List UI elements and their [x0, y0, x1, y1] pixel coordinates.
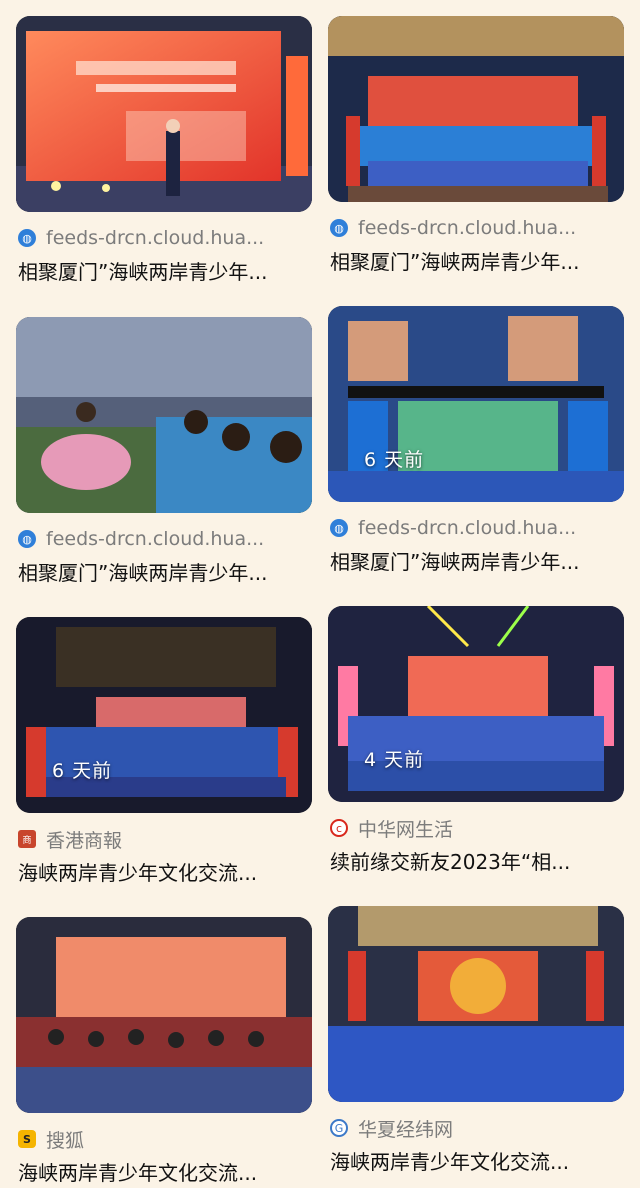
kids-photo-image — [16, 317, 312, 513]
stage-photo-image — [328, 16, 624, 202]
card-source-label: feeds-drcn.cloud.hua... — [46, 528, 265, 550]
card-thumbnail[interactable] — [16, 317, 312, 513]
card-thumbnail[interactable] — [16, 917, 312, 1113]
huaxia-logo-icon: G — [330, 1119, 348, 1137]
card-title[interactable]: 续前缘交新友2023年“相... — [328, 846, 624, 875]
news-card-8[interactable]: G 华夏经纬网 海峡两岸青少年文化交流... — [328, 906, 624, 1175]
sohu-logo-icon: S — [18, 1130, 36, 1148]
card-title[interactable]: 海峡两岸青少年文化交流... — [328, 1146, 624, 1175]
stage-photo-image — [328, 606, 624, 802]
news-card-6[interactable]: 4 天前 c 中华网生活 续前缘交新友2023年“相... — [328, 606, 624, 875]
card-source: 商 香港商報 — [16, 823, 312, 855]
stage-photo-image — [16, 917, 312, 1113]
news-card-1[interactable]: ◍ feeds-drcn.cloud.hua... 相聚厦门”海峡两岸青少年..… — [16, 16, 312, 285]
card-title[interactable]: 相聚厦门”海峡两岸青少年... — [328, 246, 624, 275]
card-age-label: 4 天前 — [364, 749, 425, 771]
card-source: c 中华网生活 — [328, 812, 624, 844]
globe-icon: ◍ — [330, 519, 348, 537]
card-source: ◍ feeds-drcn.cloud.hua... — [328, 512, 624, 544]
card-thumbnail[interactable]: 4 天前 — [328, 606, 624, 802]
card-source-label: feeds-drcn.cloud.hua... — [358, 217, 577, 239]
news-card-7[interactable]: S 搜狐 海峡两岸青少年文化交流... — [16, 917, 312, 1186]
stage-photo-image — [16, 617, 312, 813]
news-card-3[interactable]: ◍ feeds-drcn.cloud.hua... 相聚厦门”海峡两岸青少年..… — [16, 317, 312, 586]
globe-icon: ◍ — [18, 229, 36, 247]
card-age-label: 6 天前 — [364, 449, 425, 471]
card-title[interactable]: 相聚厦门”海峡两岸青少年... — [16, 557, 312, 586]
china-com-logo-icon: c — [330, 819, 348, 837]
card-thumbnail[interactable] — [328, 16, 624, 202]
stage-photo-image — [328, 906, 624, 1102]
card-source-label: feeds-drcn.cloud.hua... — [46, 227, 265, 249]
card-title[interactable]: 海峡两岸青少年文化交流... — [16, 857, 312, 886]
card-source: ◍ feeds-drcn.cloud.hua... — [16, 222, 312, 254]
card-thumbnail[interactable]: 6 天前 — [328, 306, 624, 502]
news-card-4[interactable]: 6 天前 ◍ feeds-drcn.cloud.hua... 相聚厦门”海峡两岸… — [328, 306, 624, 575]
card-source-label: 搜狐 — [46, 1129, 85, 1152]
card-thumbnail[interactable] — [16, 16, 312, 212]
stage-photo-image — [328, 306, 624, 502]
card-title[interactable]: 相聚厦门”海峡两岸青少年... — [328, 546, 624, 575]
card-source-label: 中华网生活 — [358, 818, 454, 841]
stage-photo-image — [16, 16, 312, 212]
news-card-5[interactable]: 6 天前 商 香港商報 海峡两岸青少年文化交流... — [16, 617, 312, 886]
card-source-label: 华夏经纬网 — [358, 1118, 454, 1141]
globe-icon: ◍ — [330, 219, 348, 237]
card-title[interactable]: 海峡两岸青少年文化交流... — [16, 1157, 312, 1186]
globe-icon: ◍ — [18, 530, 36, 548]
card-thumbnail[interactable] — [328, 906, 624, 1102]
hk-commercial-daily-logo-icon: 商 — [18, 830, 36, 848]
card-source: ◍ feeds-drcn.cloud.hua... — [16, 523, 312, 555]
card-age-label: 6 天前 — [52, 760, 113, 782]
card-source: G 华夏经纬网 — [328, 1112, 624, 1144]
card-source-label: 香港商報 — [46, 829, 123, 852]
card-source: S 搜狐 — [16, 1123, 312, 1155]
card-thumbnail[interactable]: 6 天前 — [16, 617, 312, 813]
card-source: ◍ feeds-drcn.cloud.hua... — [328, 212, 624, 244]
news-card-2[interactable]: ◍ feeds-drcn.cloud.hua... 相聚厦门”海峡两岸青少年..… — [328, 16, 624, 275]
card-title[interactable]: 相聚厦门”海峡两岸青少年... — [16, 256, 312, 285]
card-source-label: feeds-drcn.cloud.hua... — [358, 517, 577, 539]
